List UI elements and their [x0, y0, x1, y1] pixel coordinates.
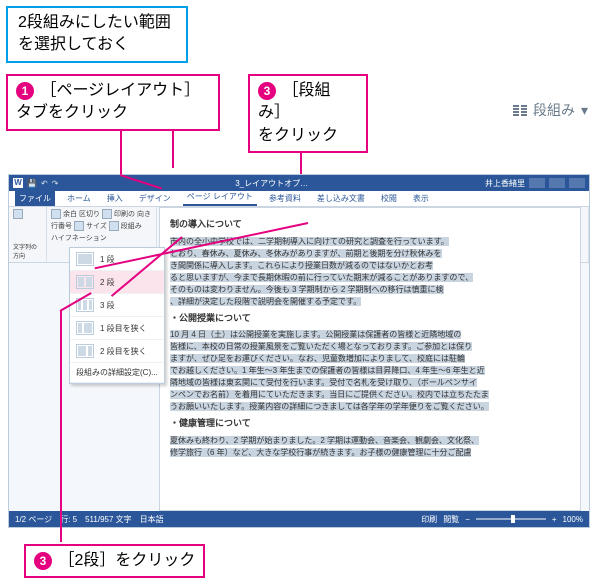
tab-page-layout[interactable]: ページ レイアウト — [183, 189, 257, 206]
doc-line: 、詳細が決定した段階で説明会を開催する予定です。 — [170, 297, 361, 306]
document-area[interactable]: 制の導入について 市内の全小中学校では、二学期制導入に向けての研究と調査を行って… — [159, 207, 581, 511]
callout-text: ［2段］をクリック — [58, 552, 195, 569]
maximize-button[interactable] — [549, 178, 565, 188]
qat-undo-icon[interactable]: ↶ — [41, 179, 48, 188]
zoom-slider[interactable] — [476, 518, 546, 520]
columns-option-left[interactable]: 1 段目を狭く — [70, 317, 164, 340]
pointer-line — [60, 310, 62, 542]
columns-option-one[interactable]: 1 段 — [70, 248, 164, 271]
doc-line: 修学旅行（6 年）など、大きな学校行事が続きます。お子様の健康管理に十分ご配慮 — [170, 448, 471, 457]
callout-text: 2段組みにしたい範囲 を選択しておく — [18, 14, 171, 53]
pointer-line — [120, 128, 122, 174]
doc-line: ンペンでお名前）を着用にていただきます。当日にご提供ください。校内では立ちたたま — [170, 390, 489, 399]
heading-2: ・公開授業について — [170, 312, 570, 326]
tab-references[interactable]: 参考資料 — [265, 191, 305, 206]
doc-line: 10 月 4 日（土）は公開授業を実施します。公開授業は保護者の皆様と近隣地域の — [170, 330, 461, 339]
callout-text: ［ページレイアウト］ タブをクリック — [16, 82, 200, 121]
window-title: 3_レイアウトオプ… — [235, 178, 308, 189]
statusbar: 1/2 ページ 行: 5 511/957 文字 日本語 印刷 閲覧 − + 10… — [9, 511, 589, 527]
tab-file[interactable]: ファイル — [15, 191, 55, 206]
breaks-button[interactable]: 区切り — [79, 209, 100, 219]
columns-option-more[interactable]: 段組みの詳細設定(C)... — [70, 363, 164, 383]
tab-mailings[interactable]: 差し込み文書 — [313, 191, 369, 206]
word-window: W 💾 ↶ ↷ 3_レイアウトオプ… 井上香緒里 ファイル ホーム 挿入 デザイ… — [8, 174, 590, 528]
tab-review[interactable]: 校閲 — [377, 191, 401, 206]
callout-number-1: 1 — [16, 82, 34, 100]
columns-icon — [513, 105, 527, 116]
hyphenation-button[interactable]: ハイフネーション — [51, 233, 107, 243]
doc-line: うお願いいたします。授業内容の詳細につきましては各学年の学年便りをご覧ください。 — [170, 402, 489, 411]
heading-1: 制の導入について — [170, 218, 570, 232]
qat-save-icon[interactable]: 💾 — [27, 179, 37, 188]
callout-number-2: 3 — [258, 82, 276, 100]
zoom-in-button[interactable]: + — [552, 515, 557, 524]
doc-line: 夏休みも終わり、2 学期が始まりました。2 学期は運動会、音楽会、観劇会、文化祭… — [170, 436, 479, 445]
doc-line: そのものは変わりません。今後も 3 学期制から 2 学期制への移行は慎重に検 — [170, 285, 444, 294]
status-words[interactable]: 511/957 文字 — [85, 514, 132, 525]
word-icon: W — [13, 178, 23, 188]
doc-line: き間関係に導入します。これらにより授業日数が減るのではないかとお考 — [170, 261, 433, 270]
orientation-button[interactable]: 印刷の 向き — [102, 209, 151, 219]
tab-design[interactable]: デザイン — [135, 191, 175, 206]
doc-line: 皆様に、本校の日常の授業風景をご覧いただく場となっております。ご参加とは保り — [170, 342, 472, 351]
columns-dropdown: 1 段 2 段 3 段 1 段目を狭く 2 段目を狭く 段組みの詳細設定(C).… — [69, 247, 165, 384]
text-direction-icon[interactable] — [13, 209, 23, 219]
ribbon-tabs: ファイル ホーム 挿入 デザイン ページ レイアウト 参考資料 差し込み文書 校… — [9, 191, 589, 207]
qat-redo-icon[interactable]: ↷ — [52, 179, 59, 188]
callout-select-range: 2段組みにしたい範囲 を選択しておく — [6, 6, 188, 63]
view-print-icon[interactable]: 印刷 — [421, 514, 437, 525]
margins-button[interactable]: 余白 — [51, 209, 77, 219]
doc-line: とおり、春休み、夏休み、冬休みがありますが、前期と後期を分け秋休みを — [170, 249, 442, 258]
columns-option-right[interactable]: 2 段目を狭く — [70, 340, 164, 363]
status-page[interactable]: 1/2 ページ — [15, 514, 52, 525]
caret-down-icon: ▾ — [581, 102, 588, 119]
status-line[interactable]: 行: 5 — [60, 514, 77, 525]
pointer-line — [172, 128, 174, 168]
tab-home[interactable]: ホーム — [63, 191, 95, 206]
callout-page-layout-tab: 1 ［ページレイアウト］ タブをクリック — [6, 74, 220, 131]
columns-button-label: 段組み — [533, 100, 575, 120]
close-button[interactable] — [569, 178, 585, 188]
titlebar: W 💾 ↶ ↷ 3_レイアウトオプ… 井上香緒里 — [9, 175, 589, 191]
callout-number-3: 3 — [34, 552, 52, 570]
callout-two-columns: 3 ［2段］をクリック — [24, 544, 205, 578]
columns-button-sample: 段組み ▾ — [513, 100, 588, 120]
minimize-button[interactable] — [529, 178, 545, 188]
zoom-level[interactable]: 100% — [563, 515, 583, 524]
size-button[interactable]: サイズ — [74, 221, 107, 231]
tab-view[interactable]: 表示 — [409, 191, 433, 206]
text-direction-label: 文字列の 方向 — [13, 242, 42, 260]
callout-columns: 3 ［段組み］ をクリック — [248, 74, 368, 153]
doc-line: ますが、ぜひ足をお運びください。なお、児童数増加によりまして、校庭には駐輪 — [170, 354, 465, 363]
zoom-out-button[interactable]: − — [465, 515, 470, 524]
doc-line: でお越しください。1 年生～3 年生までの保護者の皆様は目昇降口、4 年生～6 … — [170, 366, 485, 375]
line-numbers-button[interactable]: 行番号 — [51, 221, 72, 231]
status-lang[interactable]: 日本語 — [140, 514, 164, 525]
doc-line: ると思いますが、今まで長期休暇の前に行っていた期末が減ることがありますので、 — [170, 273, 473, 282]
tab-insert[interactable]: 挿入 — [103, 191, 127, 206]
view-read-icon[interactable]: 閲覧 — [443, 514, 459, 525]
user-name: 井上香緒里 — [485, 178, 525, 189]
doc-line: 隣地域の皆様は東玄関にて受付を行います。受付で名札を受け取り、（ボールペンサイ — [170, 378, 477, 387]
heading-3: ・健康管理について — [170, 417, 570, 431]
columns-button[interactable]: 段組み — [109, 221, 142, 231]
